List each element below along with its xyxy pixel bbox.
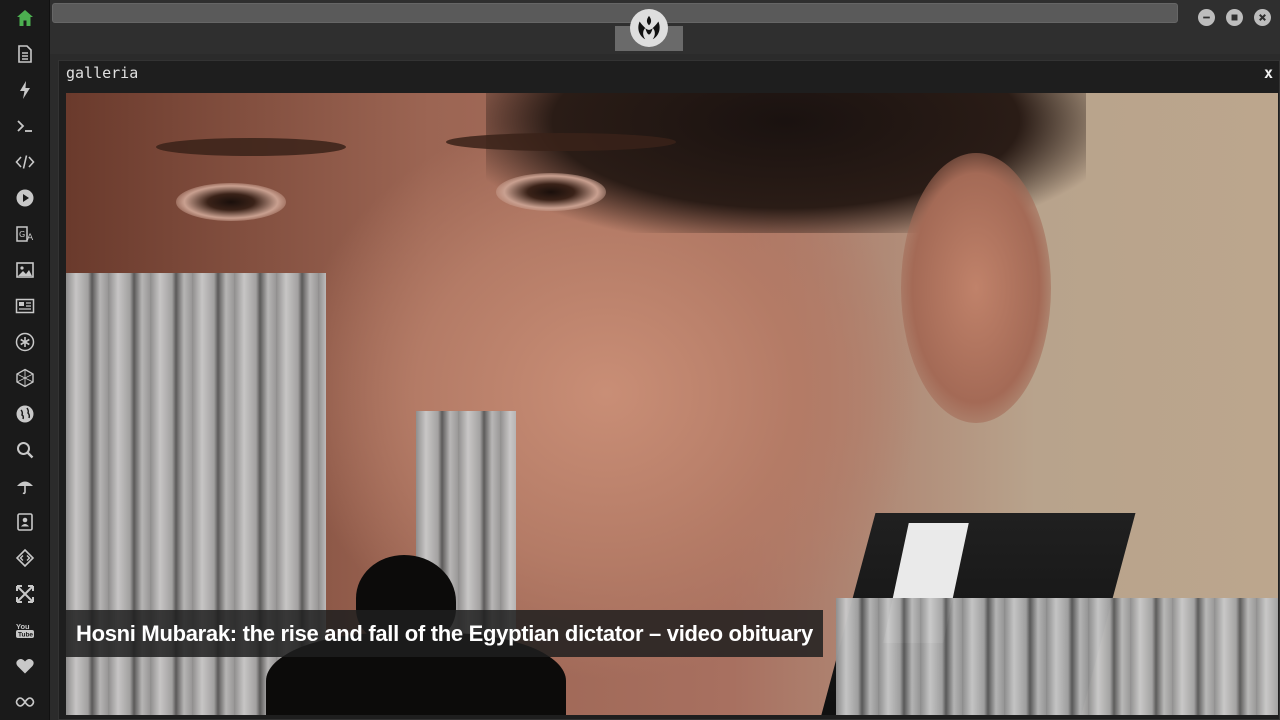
code-icon[interactable] xyxy=(13,150,37,174)
panel-title: galleria xyxy=(66,64,139,82)
umbrella-icon[interactable] xyxy=(13,474,37,498)
contacts-icon[interactable] xyxy=(13,510,37,534)
play-icon[interactable] xyxy=(13,186,37,210)
lightning-icon[interactable] xyxy=(13,78,37,102)
image-brow-left xyxy=(156,138,346,156)
translate-icon[interactable]: GA xyxy=(13,222,37,246)
heart-icon[interactable] xyxy=(13,654,37,678)
terminal-icon[interactable] xyxy=(13,114,37,138)
image-eye-right xyxy=(496,173,606,211)
search-icon[interactable] xyxy=(13,438,37,462)
image-icon[interactable] xyxy=(13,258,37,282)
svg-text:Tube: Tube xyxy=(18,632,33,639)
panel-close-button[interactable]: x xyxy=(1264,64,1273,82)
newspaper-icon[interactable] xyxy=(13,294,37,318)
image-shutter-right xyxy=(836,598,1278,715)
top-bar xyxy=(50,0,1280,54)
minimize-icon[interactable] xyxy=(1198,9,1215,26)
home-icon[interactable] xyxy=(13,6,37,30)
image-ear-region xyxy=(901,153,1051,423)
gallery-caption: Hosni Mubarak: the rise and fall of the … xyxy=(66,610,823,657)
globe-icon[interactable] xyxy=(13,402,37,426)
rebel-alliance-logo-icon[interactable] xyxy=(630,9,668,47)
image-eye-left xyxy=(176,183,286,221)
sidebar: GA You Tube xyxy=(0,0,50,720)
svg-text:G: G xyxy=(19,230,25,239)
gallery-caption-text: Hosni Mubarak: the rise and fall of the … xyxy=(76,620,813,646)
hexagon-icon[interactable] xyxy=(13,366,37,390)
image-brow-right xyxy=(446,133,676,151)
maximize-icon[interactable] xyxy=(1226,9,1243,26)
diamond-code-icon[interactable] xyxy=(13,546,37,570)
infinity-icon[interactable] xyxy=(13,690,37,714)
youtube-icon[interactable]: You Tube xyxy=(13,618,37,642)
expand-icon[interactable] xyxy=(13,582,37,606)
address-bar[interactable] xyxy=(52,3,1178,23)
close-icon[interactable] xyxy=(1254,9,1271,26)
asterisk-icon[interactable] xyxy=(13,330,37,354)
svg-text:A: A xyxy=(27,233,34,243)
svg-text:You: You xyxy=(16,622,30,631)
document-icon[interactable] xyxy=(13,42,37,66)
